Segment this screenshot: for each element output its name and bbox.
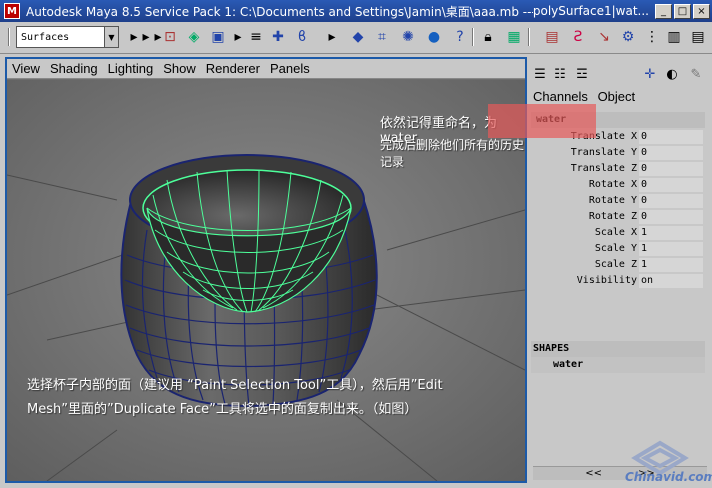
shading-ball-icon[interactable]: ◐	[663, 65, 681, 83]
collapse-arrow-icon[interactable]: ▸	[228, 27, 248, 47]
status-line: Surfaces ▼ ▸ ▸ ▸ ⊡ ◈ ▣ ▸ ≡ ✚ ϐ ▸ ◆ ⌗ ✺ ●…	[0, 22, 712, 54]
channel-attribute-row[interactable]: Visibility on	[529, 273, 705, 289]
layer-editor-icon[interactable]: ☲	[573, 65, 591, 83]
channel-attribute-row[interactable]: Scale Z1	[529, 257, 705, 273]
attribute-label: Visibility	[576, 275, 637, 286]
collapse-arrow-icon[interactable]: ▸	[322, 27, 342, 47]
attribute-value-field[interactable]: 0	[639, 162, 703, 176]
channel-box-toggle-icon[interactable]: ▤	[688, 27, 708, 47]
render-view-icon[interactable]: ▤	[542, 27, 562, 47]
channel-attribute-row[interactable]: Scale X1	[529, 225, 705, 241]
maya-app-icon[interactable]: M	[4, 3, 20, 19]
channel-attribute-row[interactable]: Translate Y0	[529, 145, 705, 161]
attribute-label: Rotate Z	[588, 211, 637, 222]
attribute-label: Scale Z	[594, 259, 637, 270]
snap-grid-icon[interactable]: ✚	[268, 27, 288, 47]
attribute-value-field[interactable]: 0	[639, 130, 703, 144]
channel-attribute-row[interactable]: Translate Z0	[529, 161, 705, 177]
channel-attribute-row[interactable]: Rotate Y0	[529, 193, 705, 209]
menu-renderer[interactable]: Renderer	[201, 61, 265, 76]
shape-node-item[interactable]: water	[531, 357, 705, 373]
render-globals-icon[interactable]: ⚙	[618, 27, 638, 47]
attribute-label: Translate Y	[570, 147, 637, 158]
menu-object[interactable]: Object	[598, 89, 636, 104]
menu-channels[interactable]: Channels	[533, 89, 588, 104]
attribute-editor-icon[interactable]: ⋮	[642, 27, 662, 47]
menu-view[interactable]: View	[7, 61, 45, 76]
menu-set-selector[interactable]: Surfaces ▼	[16, 26, 119, 48]
help-icon[interactable]: ?	[450, 27, 470, 47]
watermark-text: Chinavid.com	[625, 470, 712, 484]
select-object-icon[interactable]: ◈	[184, 27, 204, 47]
globe-icon[interactable]: ●	[424, 27, 444, 47]
toolbar-separator	[472, 28, 474, 46]
panel-menu-bar: View Shading Lighting Show Renderer Pane…	[7, 59, 525, 79]
menu-lighting[interactable]: Lighting	[103, 61, 159, 76]
annotation-instruction-line2: Mesh”里面的”Duplicate Face”工具将选中的面复制出来。（如图）	[27, 402, 418, 417]
ipr-render-icon[interactable]: ↘	[594, 27, 614, 47]
shapes-header: SHAPES	[531, 341, 705, 357]
attribute-value-field[interactable]: 1	[639, 258, 703, 272]
axis-icon[interactable]: ✛	[641, 65, 659, 83]
channel-box-toolbar: ☰ ☷ ☲ ✛ ◐ ✎	[529, 63, 712, 87]
channel-box-layout-icon[interactable]: ☰	[531, 65, 549, 83]
attribute-label: Translate Z	[570, 163, 637, 174]
minimize-button[interactable]: _	[655, 3, 672, 19]
lock-icon[interactable]: 🔒︎	[478, 27, 498, 47]
attribute-value-field[interactable]: 0	[639, 210, 703, 224]
attribute-value-field[interactable]: 0	[639, 146, 703, 160]
attribute-label: Rotate Y	[588, 195, 637, 206]
perspective-viewport[interactable]: View Shading Lighting Show Renderer Pane…	[5, 57, 527, 483]
maximize-button[interactable]: □	[674, 3, 691, 19]
render-icon[interactable]: ▦	[504, 27, 524, 47]
attribute-value-field[interactable]: on	[639, 274, 703, 288]
attribute-value-field[interactable]: 0	[639, 178, 703, 192]
title-bar: M Autodesk Maya 8.5 Service Pack 1: C:\D…	[0, 0, 712, 22]
attribute-value-field[interactable]: 0	[639, 194, 703, 208]
viewport-scene[interactable]: 依然记得重命名，为water 完成后删除他们所有的历史记录 选择杯子内部的面（建…	[7, 80, 525, 481]
attribute-label: Scale X	[594, 227, 637, 238]
attribute-value-field[interactable]: 1	[639, 242, 703, 256]
annotation-history-note: 完成后删除他们所有的历史记录	[380, 138, 525, 169]
menu-show[interactable]: Show	[158, 61, 201, 76]
attribute-value-field[interactable]: 1	[639, 226, 703, 240]
select-hierarchy-icon[interactable]: ⊡	[160, 27, 180, 47]
cup-mesh[interactable]	[120, 154, 378, 408]
scroll-left-button[interactable]: <<	[585, 468, 602, 479]
snap-surface-icon[interactable]: ◆	[348, 27, 368, 47]
channel-list: water Translate X0Translate Y0Translate …	[529, 109, 707, 467]
channel-attribute-row[interactable]: Rotate Z0	[529, 209, 705, 225]
chevron-down-icon[interactable]: ▼	[104, 27, 118, 47]
snap-curve-icon[interactable]: ϐ	[292, 27, 312, 47]
close-button[interactable]: ×	[693, 3, 710, 19]
channel-box-menu: Channels Object	[533, 89, 641, 104]
lock-selection-icon[interactable]: ≡	[246, 27, 266, 47]
tool-settings-icon[interactable]: ▥	[664, 27, 684, 47]
menu-panels[interactable]: Panels	[265, 61, 315, 76]
toolbar-separator	[528, 28, 530, 46]
make-live-icon[interactable]: ✺	[398, 27, 418, 47]
toolbar-separator	[8, 28, 10, 46]
menu-set-label: Surfaces	[21, 31, 70, 43]
highlight-overlay	[488, 104, 596, 138]
brush-icon[interactable]: ✎	[687, 65, 705, 83]
channel-attribute-row[interactable]: Scale Y1	[529, 241, 705, 257]
attribute-label: Scale Y	[594, 243, 637, 254]
attribute-label: Rotate X	[588, 179, 637, 190]
snap-plane-icon[interactable]: ⌗	[372, 27, 392, 47]
window-title-object: polySurface1|wat...	[532, 4, 649, 18]
window-title: Autodesk Maya 8.5 Service Pack 1: C:\Doc…	[26, 4, 533, 19]
attribute-layout-icon[interactable]: ☷	[551, 65, 569, 83]
select-component-icon[interactable]: ▣	[208, 27, 228, 47]
menu-shading[interactable]: Shading	[45, 61, 103, 76]
annotation-instruction-line1: 选择杯子内部的面（建议用 “Paint Selection Tool”工具），然…	[27, 378, 443, 393]
hypershade-icon[interactable]: Ƨ	[568, 27, 588, 47]
channel-attribute-row[interactable]: Rotate X0	[529, 177, 705, 193]
